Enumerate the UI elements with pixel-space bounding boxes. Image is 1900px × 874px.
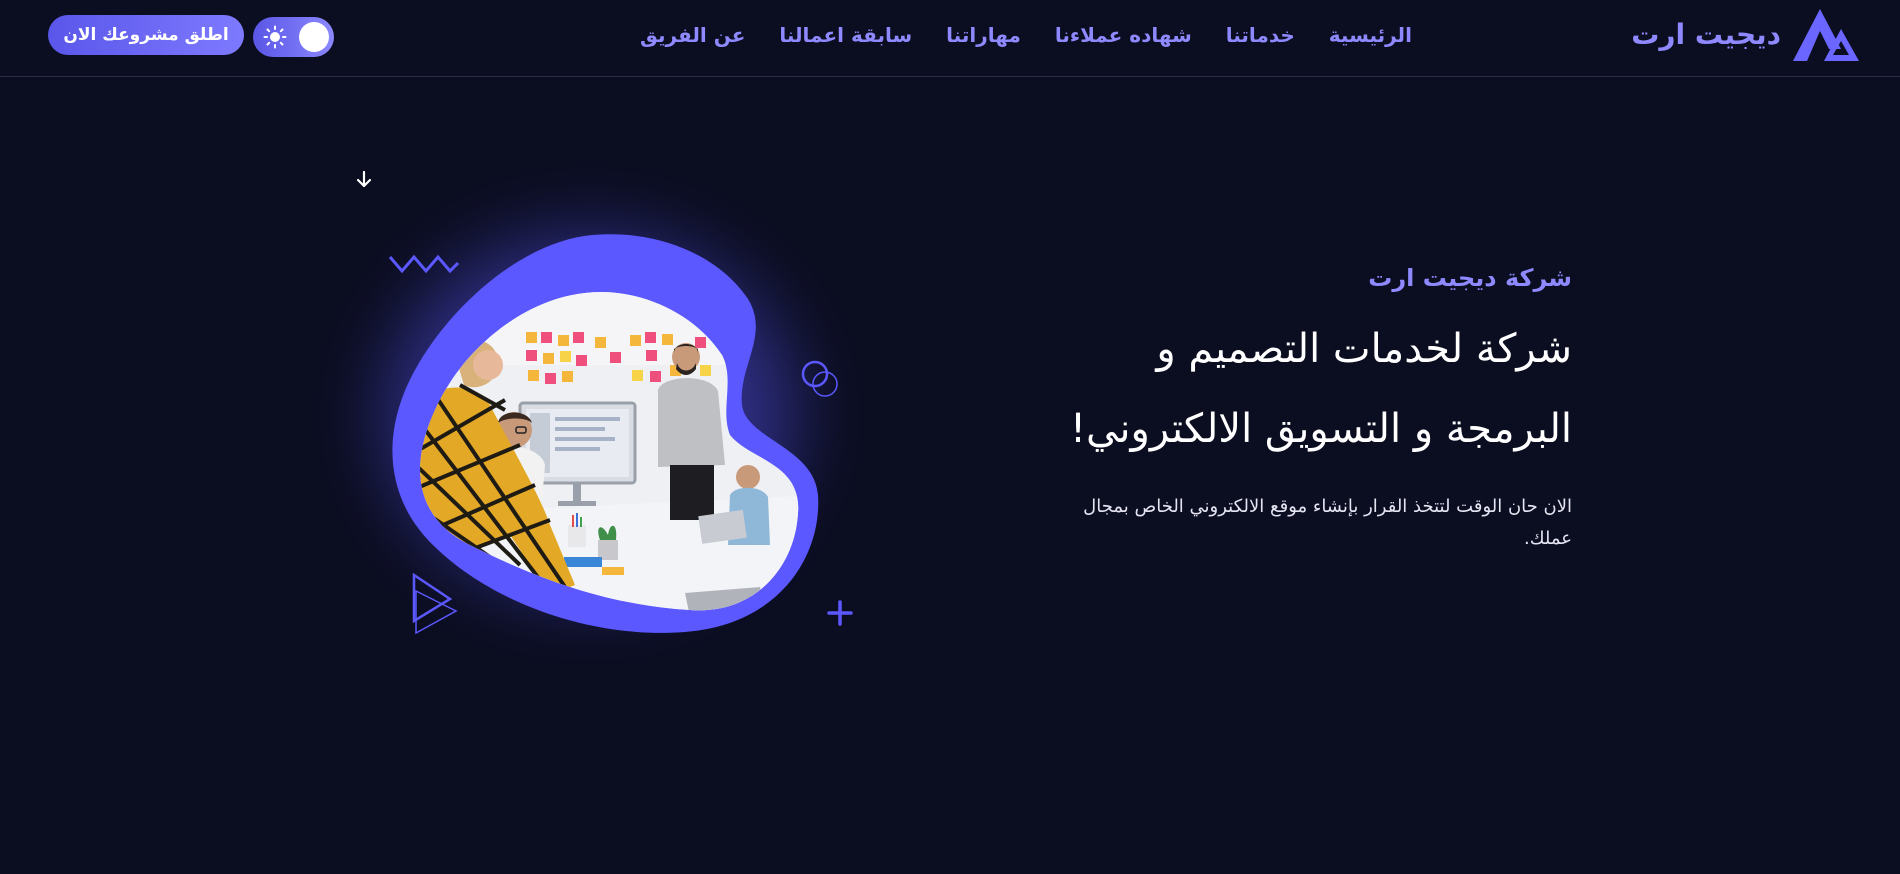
nav-link-home[interactable]: الرئيسية [1329,23,1412,47]
hero-headline-line2: البرمجة و التسويق الالكتروني! [1070,406,1572,452]
sun-icon [263,25,287,49]
plus-icon [827,600,853,626]
logo[interactable]: ديجيت ارت [1631,5,1861,63]
nav-link-testimonials[interactable]: شهاده عملاءنا [1055,23,1192,47]
nav-link-team[interactable]: عن الفريق [640,23,745,47]
hero-eyebrow: شركة ديجيت ارت [1368,264,1572,292]
site-header: ديجيت ارت الرئيسية خدماتنا شهاده عملاءنا… [0,0,1900,77]
arrow-down-icon [356,170,372,188]
hero-headline-line1: شركة لخدمات التصميم و [1156,326,1572,372]
nav-link-portfolio[interactable]: سابقة اعمالنا [779,23,912,47]
logo-icon [1793,9,1859,61]
nav-link-skills[interactable]: مهاراتنا [946,23,1021,47]
main-nav: الرئيسية خدماتنا شهاده عملاءنا مهاراتنا … [640,18,1412,52]
circles-icon [801,360,838,397]
nav-link-services[interactable]: خدماتنا [1226,23,1295,47]
hero-headline: شركة لخدمات التصميم و البرمجة و التسويق … [1030,309,1572,469]
launch-project-button[interactable]: اطلق مشروعك الان [48,15,244,55]
play-triangle-icon [412,573,458,635]
logo-text: ديجيت ارت [1631,17,1781,51]
toggle-knob [299,22,329,52]
hero-description: الان حان الوقت لتتخذ القرار بإنشاء موقع … [1083,496,1572,549]
theme-toggle[interactable] [253,17,334,57]
hero-illustration [340,170,900,655]
hero-text: شركة ديجيت ارت شركة لخدمات التصميم و الب… [1030,255,1572,555]
zigzag-icon [388,254,460,274]
